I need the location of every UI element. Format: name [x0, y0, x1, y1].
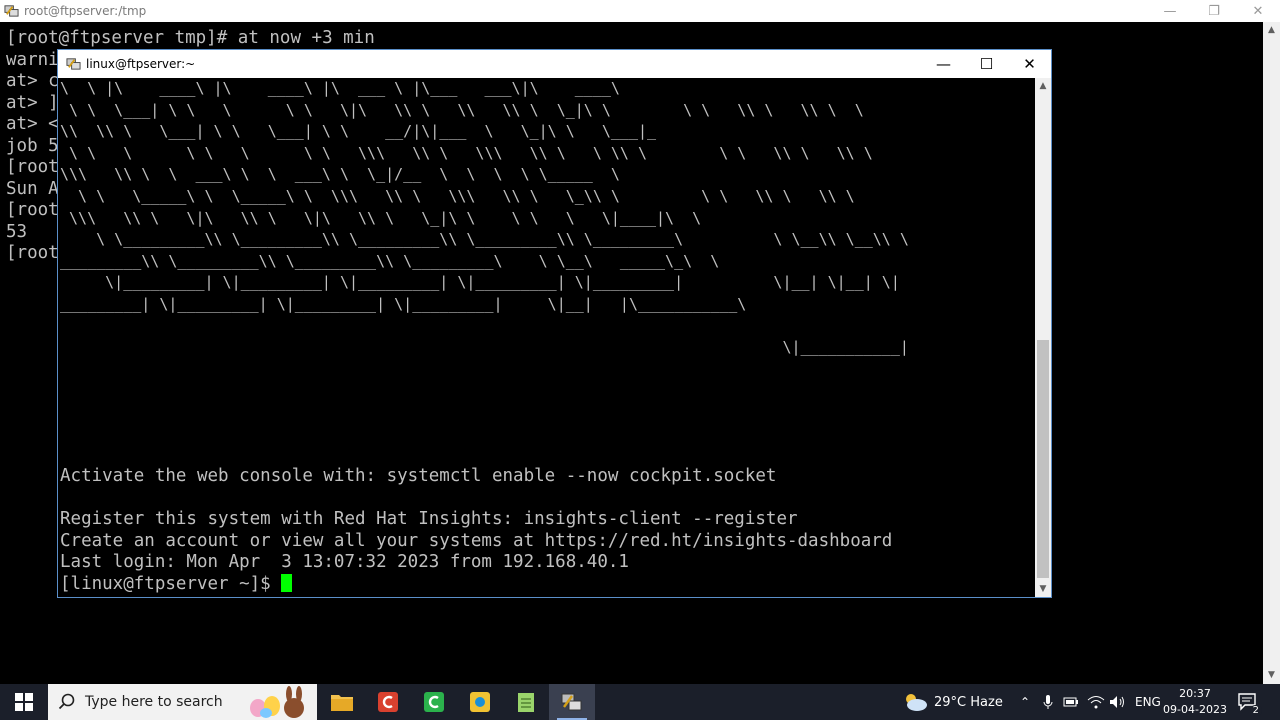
- minimize-button[interactable]: —: [922, 50, 965, 78]
- search-placeholder: Type here to search: [85, 694, 223, 710]
- taskbar: Type here to search 29°C Haze ⌃ ENG 20:3…: [0, 684, 1280, 720]
- terminal-line: [root@ftpserver tmp]# at now +3 min: [6, 28, 375, 48]
- front-terminal-window[interactable]: linux@ftpserver:~ — ☐ ✕ \ \ |\ ____\ |\ …: [57, 49, 1052, 598]
- putty-icon: [66, 58, 81, 70]
- restore-icon: ❐: [1208, 3, 1220, 19]
- clock-time: 20:37: [1179, 687, 1211, 700]
- message-line: Last login: Mon Apr 3 13:07:32 2023 from…: [60, 552, 629, 573]
- banner-line: _________\\ \_________\\ \_________\\ \_…: [60, 251, 720, 270]
- banner-line: \ \ \_____\ \ \_____\ \ \\\ \\ \ \\\ \\ …: [60, 186, 855, 205]
- banner-line: \ \_________\\ \_________\\ \_________\\…: [60, 230, 909, 249]
- front-window-titlebar[interactable]: linux@ftpserver:~ — ☐ ✕: [58, 50, 1051, 78]
- weather-text: 29°C Haze: [934, 694, 1003, 710]
- close-icon: ✕: [1023, 55, 1036, 73]
- notepad-app[interactable]: [503, 684, 549, 720]
- front-scrollbar[interactable]: ▲ ▼: [1035, 78, 1051, 597]
- banner-line: \ \ |\ ____\ |\ ____\ |\ ___ \ |\___ ___…: [60, 79, 620, 97]
- banner-line: \\\ \\ \ \|\ \\ \ \|\ \\ \ \_|\ \ \ \ \ …: [60, 208, 702, 227]
- search-icon: [58, 693, 75, 710]
- message-line: ​: [60, 488, 892, 510]
- start-button[interactable]: [0, 684, 48, 720]
- folder-icon: [331, 695, 353, 711]
- notification-center-button[interactable]: 2: [1236, 690, 1262, 716]
- front-window-title: linux@ftpserver:~: [86, 57, 196, 71]
- close-button[interactable]: ✕: [1008, 50, 1051, 78]
- back-window-titlebar[interactable]: root@ftpserver:/tmp — ❐ ✕: [0, 0, 1280, 22]
- minimize-icon: —: [1163, 3, 1177, 19]
- easter-eggs-icon: [250, 686, 304, 718]
- message-line: Activate the web console with: systemctl…: [60, 466, 777, 486]
- banner-line: \ \ \ \ \ \ \ \ \\\ \\ \ \\\ \\ \ \ \\ \…: [60, 143, 873, 162]
- windows-icon: [15, 693, 33, 711]
- front-terminal-output[interactable]: \ \ |\ ____\ |\ ____\ |\ ___ \ |\___ ___…: [60, 78, 1035, 597]
- message-line: Create an account or view all your syste…: [60, 530, 893, 551]
- maximize-button[interactable]: ☐: [965, 50, 1008, 78]
- battery-icon: [1063, 697, 1078, 707]
- speaker-icon: [1110, 696, 1124, 708]
- text-cursor: [281, 573, 293, 592]
- microphone-button[interactable]: [1043, 684, 1053, 720]
- putty-app[interactable]: [549, 684, 595, 720]
- banner-line: ​: [60, 316, 1035, 338]
- scroll-down-icon[interactable]: ▼: [1263, 667, 1280, 684]
- prompt-line[interactable]: [linux@ftpserver ~]$: [60, 573, 892, 596]
- back-window-title: root@ftpserver:/tmp: [24, 4, 147, 18]
- language-text: ENG: [1135, 695, 1161, 709]
- scroll-down-icon[interactable]: ▼: [1035, 581, 1051, 597]
- app-red[interactable]: [365, 684, 411, 720]
- chevron-up-icon: ⌃: [1020, 695, 1031, 709]
- putty-icon: [4, 5, 19, 17]
- search-box[interactable]: Type here to search: [48, 684, 317, 720]
- notepad-icon: [518, 693, 534, 712]
- banner-line: \|_________| \|_________| \|_________| \…: [60, 273, 900, 292]
- scroll-up-icon[interactable]: ▲: [1035, 78, 1051, 94]
- ascii-banner: \ \ |\ ____\ |\ ____\ |\ ___ \ |\___ ___…: [60, 78, 1035, 408]
- system-clock[interactable]: 20:37 09-04-2023: [1163, 686, 1227, 718]
- app-green[interactable]: [411, 684, 457, 720]
- back-maximize-button[interactable]: ❐: [1192, 0, 1236, 22]
- language-indicator[interactable]: ENG: [1135, 684, 1161, 720]
- scroll-thumb[interactable]: [1037, 340, 1049, 578]
- weather-cloud-icon: [906, 694, 927, 711]
- app-red-icon: [378, 692, 398, 712]
- banner-line: _________| \|_________| \|_________| \|_…: [60, 294, 747, 313]
- app-yellow-icon: [470, 692, 490, 712]
- message-line: Register this system with Red Hat Insigh…: [60, 509, 798, 530]
- wifi-button[interactable]: [1087, 684, 1105, 720]
- putty-icon: [561, 693, 582, 711]
- login-messages: Activate the web console with: systemctl…: [60, 466, 892, 596]
- app-green-icon: [424, 692, 444, 712]
- close-icon: ✕: [1252, 3, 1264, 19]
- file-explorer-app[interactable]: [319, 684, 365, 720]
- shell-prompt: [linux@ftpserver ~]$: [60, 573, 282, 594]
- banner-line: \\ \\ \ \___| \ \ \___| \ \ __/|\|___ \ …: [60, 122, 657, 141]
- minimize-icon: —: [936, 55, 951, 73]
- show-hidden-icons[interactable]: ⌃: [1020, 684, 1030, 720]
- back-close-button[interactable]: ✕: [1236, 0, 1280, 22]
- app-yellow[interactable]: [457, 684, 503, 720]
- volume-button[interactable]: [1109, 684, 1127, 720]
- weather-widget[interactable]: 29°C Haze: [902, 684, 1003, 720]
- banner-line: \ \ \___| \ \ \ \ \ \|\ \\ \ \\ \\ \ \_|…: [60, 100, 864, 119]
- banner-line: \\\ \\ \ \ ___\ \ \ ___\ \ \_|/__ \ \ \ …: [60, 165, 620, 184]
- maximize-icon: ☐: [979, 55, 994, 73]
- battery-button[interactable]: [1063, 684, 1079, 720]
- back-minimize-button[interactable]: —: [1148, 0, 1192, 22]
- banner-line: \|___________|: [60, 338, 909, 357]
- back-scrollbar[interactable]: ▲ ▼: [1263, 22, 1280, 684]
- microphone-icon: [1043, 695, 1053, 709]
- notification-count: 2: [1249, 705, 1262, 716]
- scroll-up-icon[interactable]: ▲: [1263, 22, 1280, 39]
- clock-date: 09-04-2023: [1163, 703, 1227, 716]
- wifi-icon: [1087, 696, 1105, 709]
